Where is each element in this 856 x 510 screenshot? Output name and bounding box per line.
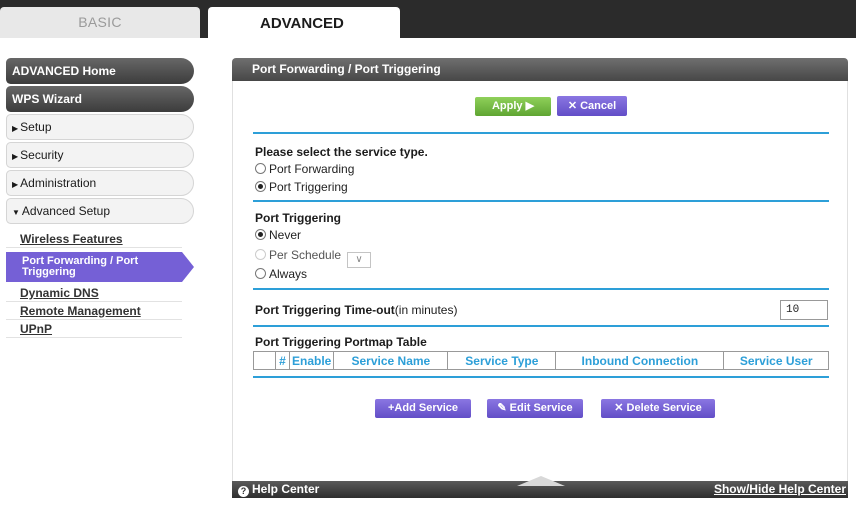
- cancel-label: Cancel: [580, 100, 617, 112]
- column-header-service-type: Service Type: [447, 351, 557, 370]
- radio-always[interactable]: Always: [255, 266, 307, 282]
- table-header-row: # Enable Service Name Service Type Inbou…: [253, 351, 829, 370]
- service-type-heading: Please select the service type.: [255, 145, 428, 159]
- sidebar-item-label: Administration: [20, 176, 97, 190]
- sidebar-item-advanced-home[interactable]: ADVANCED Home: [6, 58, 194, 84]
- radio-label: Port Triggering: [269, 180, 348, 194]
- tab-basic[interactable]: BASIC: [0, 7, 200, 38]
- radio-checked-icon: [255, 181, 266, 192]
- tab-advanced[interactable]: ADVANCED: [208, 7, 400, 40]
- submenu-item-wireless-features[interactable]: Wireless Features: [6, 230, 182, 248]
- edit-service-label: Edit Service: [509, 402, 573, 414]
- column-header-service-name: Service Name: [333, 351, 449, 370]
- triangle-right-icon: ▶: [12, 152, 19, 161]
- submenu-item-dynamic-dns[interactable]: Dynamic DNS: [6, 284, 182, 302]
- x-icon: ✕: [567, 100, 578, 112]
- sidebar-item-wps-wizard[interactable]: WPS Wizard: [6, 86, 194, 112]
- radio-checked-icon: [255, 229, 266, 240]
- column-header-number: #: [275, 351, 290, 370]
- submenu-item-upnp[interactable]: UPnP: [6, 320, 182, 338]
- apply-button[interactable]: Apply ▶: [475, 97, 551, 116]
- column-header-select: [253, 351, 276, 370]
- timeout-unit: (in minutes): [394, 303, 458, 317]
- radio-unchecked-icon: [255, 163, 266, 174]
- timeout-label: Port Triggering Time-out(in minutes): [255, 303, 457, 317]
- radio-disabled-icon: [255, 249, 266, 260]
- timeout-input[interactable]: 10: [780, 300, 828, 320]
- port-triggering-heading: Port Triggering: [255, 211, 342, 225]
- submenu-item-remote-management[interactable]: Remote Management: [6, 302, 182, 320]
- radio-label: Never: [269, 228, 302, 242]
- delete-service-label: Delete Service: [626, 402, 702, 414]
- panel-title: Port Forwarding / Port Triggering: [232, 58, 848, 81]
- sidebar-item-setup[interactable]: ▶ Setup: [6, 114, 194, 140]
- add-service-button[interactable]: +Add Service: [375, 399, 471, 418]
- sidebar-item-administration[interactable]: ▶ Administration: [6, 170, 194, 196]
- column-header-enable: Enable: [288, 351, 335, 370]
- column-header-service-user: Service User: [723, 351, 829, 370]
- radio-label: Port Forwarding: [269, 162, 355, 176]
- sidebar-item-label: Setup: [20, 120, 52, 134]
- divider: [253, 132, 829, 134]
- radio-never[interactable]: Never: [255, 227, 301, 243]
- radio-port-triggering[interactable]: Port Triggering: [255, 179, 348, 195]
- schedule-dropdown[interactable]: ∨: [347, 252, 372, 268]
- divider: [253, 376, 829, 378]
- advanced-setup-submenu: Wireless Features Port Forwarding / Port…: [6, 230, 194, 338]
- help-center-bar: ? Help Center Show/Hide Help Center: [232, 476, 848, 498]
- divider: [253, 288, 829, 290]
- radio-label: Always: [269, 267, 308, 281]
- chevron-up-icon[interactable]: [517, 476, 565, 486]
- radio-unchecked-icon: [255, 268, 266, 279]
- divider: [253, 200, 829, 202]
- radio-label: Per Schedule: [269, 248, 342, 262]
- help-question-icon: ?: [238, 486, 249, 497]
- triangle-right-icon: ▶: [12, 180, 19, 189]
- help-center-label: Help Center: [252, 482, 320, 496]
- pencil-icon: ✎: [497, 402, 507, 414]
- panel-body: Apply ▶ ✕ Cancel Please select the servi…: [232, 81, 848, 481]
- portmap-table-heading: Port Triggering Portmap Table: [255, 335, 427, 349]
- help-center-toggle[interactable]: ? Help Center: [238, 481, 319, 498]
- triangle-right-icon: ▶: [12, 124, 19, 133]
- radio-per-schedule[interactable]: Per Schedule ∨: [255, 247, 372, 268]
- timeout-label-text: Port Triggering Time-out: [255, 303, 395, 317]
- sidebar-item-advanced-setup[interactable]: ▼ Advanced Setup: [6, 198, 194, 224]
- show-hide-help-link[interactable]: Show/Hide Help Center: [714, 481, 846, 498]
- sidebar-nav: ADVANCED Home WPS Wizard ▶ Setup ▶ Securit…: [6, 58, 194, 338]
- divider: [253, 325, 829, 327]
- submenu-item-port-forwarding[interactable]: Port Forwarding / Port Triggering: [6, 252, 194, 282]
- add-service-label: Add Service: [394, 402, 459, 414]
- x-icon: ✕: [614, 402, 624, 414]
- top-tab-bar: BASIC ADVANCED: [0, 0, 856, 40]
- delete-service-button[interactable]: ✕ Delete Service: [601, 399, 715, 418]
- portmap-table: # Enable Service Name Service Type Inbou…: [253, 351, 829, 370]
- edit-service-button[interactable]: ✎ Edit Service: [487, 399, 583, 418]
- cancel-button[interactable]: ✕ Cancel: [557, 96, 627, 116]
- triangle-down-icon: ▼: [12, 208, 20, 217]
- radio-port-forwarding[interactable]: Port Forwarding: [255, 161, 354, 177]
- sidebar-item-label: Security: [20, 148, 64, 162]
- sidebar-item-label: Advanced Setup: [21, 204, 110, 218]
- column-header-inbound-connection: Inbound Connection: [555, 351, 725, 370]
- sidebar-item-security[interactable]: ▶ Security: [6, 142, 194, 168]
